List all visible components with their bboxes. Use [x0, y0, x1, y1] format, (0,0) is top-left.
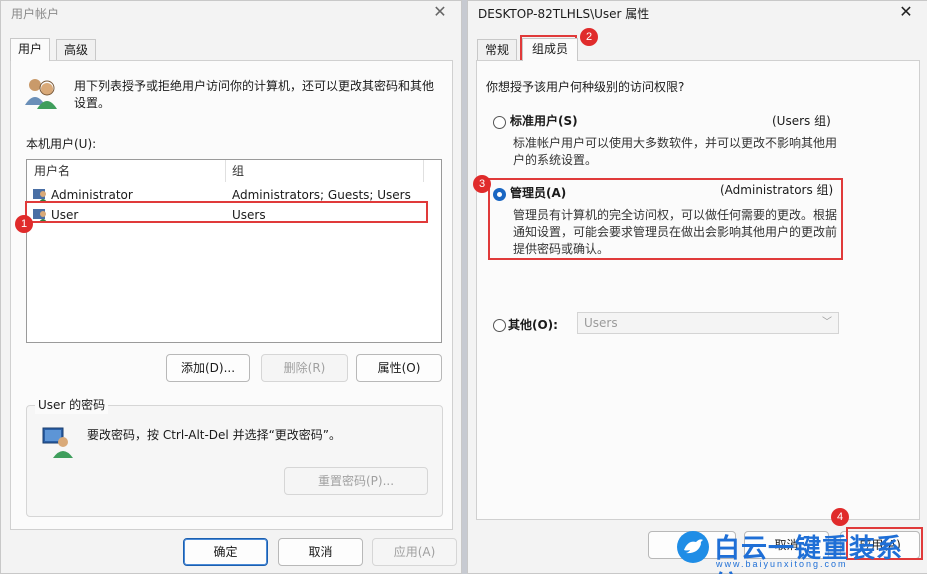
tab-advanced[interactable]: 高级 — [56, 39, 97, 61]
bird-logo-icon — [677, 531, 709, 563]
password-instructions: 要改密码，按 Ctrl-Alt-Del 并选择“更改密码”。 — [87, 428, 342, 442]
users-tab-panel: 用下列表授予或拒绝用户访问你的计算机，还可以更改其密码和其他 设置。 本机用户(… — [10, 60, 453, 530]
other-label[interactable]: 其他(O): — [508, 317, 558, 334]
column-header-username[interactable]: 用户名 — [34, 160, 70, 182]
reset-password-button[interactable]: 重置密码(P)... — [284, 467, 428, 495]
apply-button[interactable]: 应用(A) — [372, 538, 457, 566]
chevron-down-icon: ﹀ — [822, 317, 832, 328]
window-title: DESKTOP-82TLHLS\User 属性 — [478, 7, 650, 21]
intro-text-line2: 设置。 — [74, 96, 111, 110]
standard-user-desc-line1: 标准帐户用户可以使用大多数软件，并可以更改不影响其他用 — [513, 136, 838, 150]
ok-button[interactable]: 确定 — [183, 538, 268, 566]
other-group-select[interactable]: Users ﹀ — [577, 312, 839, 334]
access-question: 你想授予该用户何种级别的访问权限? — [486, 80, 685, 94]
other-group-select-value: Users — [584, 316, 618, 330]
watermark-logo: 白云一键重装系统 www.baiyunxitong.com — [676, 526, 927, 574]
step-badge-4: 4 — [831, 508, 849, 526]
close-icon[interactable]: ✕ — [429, 3, 451, 23]
step-badge-1: 1 — [15, 215, 33, 233]
window-title: 用户帐户 — [11, 7, 60, 21]
users-group-icon — [25, 79, 57, 109]
close-icon[interactable]: ✕ — [895, 3, 917, 23]
title-bar: DESKTOP-82TLHLS\User 属性 ✕ — [468, 1, 927, 27]
other-radio[interactable] — [493, 319, 506, 332]
password-group-title: User 的密码 — [35, 397, 109, 414]
add-user-button[interactable]: 添加(D)... — [166, 354, 250, 382]
local-users-label: 本机用户(U): — [26, 137, 97, 151]
standard-user-radio[interactable] — [493, 116, 506, 129]
tab-general[interactable]: 常规 — [477, 39, 518, 61]
remove-user-button[interactable]: 删除(R) — [261, 354, 348, 382]
users-list[interactable]: 用户名 组 Administrator Administrators; Gues… — [26, 159, 442, 343]
highlight-user-row — [25, 201, 428, 223]
column-divider — [225, 160, 226, 182]
standard-user-label[interactable]: 标准用户(S) — [510, 113, 578, 130]
group-membership-panel: 你想授予该用户何种级别的访问权限? 标准用户(S) (Users 组) 标准帐户… — [476, 60, 920, 520]
user-properties-dialog: DESKTOP-82TLHLS\User 属性 ✕ 常规 组成员 你想授予该用户… — [467, 0, 927, 574]
standard-user-group: (Users 组) — [772, 114, 831, 128]
intro-text-line1: 用下列表授予或拒绝用户访问你的计算机，还可以更改其密码和其他 — [74, 79, 435, 93]
user-icon — [33, 189, 47, 202]
tab-users[interactable]: 用户 — [10, 38, 51, 61]
title-bar: 用户帐户 ✕ — [1, 1, 461, 27]
cancel-button[interactable]: 取消 — [278, 538, 363, 566]
tab-group-membership[interactable]: 组成员 — [522, 38, 579, 61]
step-badge-2: 2 — [580, 28, 598, 46]
computer-user-icon — [42, 427, 73, 458]
password-group: User 的密码 要改密码，按 Ctrl-Alt-Del 并选择“更改密码”。 … — [26, 397, 443, 517]
highlight-administrator-option — [488, 178, 843, 260]
step-badge-3: 3 — [473, 175, 491, 193]
user-accounts-dialog: 用户帐户 ✕ 用户 高级 用下列表授予或拒绝用户访问你的计算机，还可以更改其密码… — [0, 0, 462, 574]
watermark-url: www.baiyunxitong.com — [716, 559, 848, 569]
column-header-group[interactable]: 组 — [232, 160, 244, 182]
standard-user-desc-line2: 户的系统设置。 — [513, 153, 598, 167]
properties-button[interactable]: 属性(O) — [356, 354, 442, 382]
column-divider — [423, 160, 424, 182]
